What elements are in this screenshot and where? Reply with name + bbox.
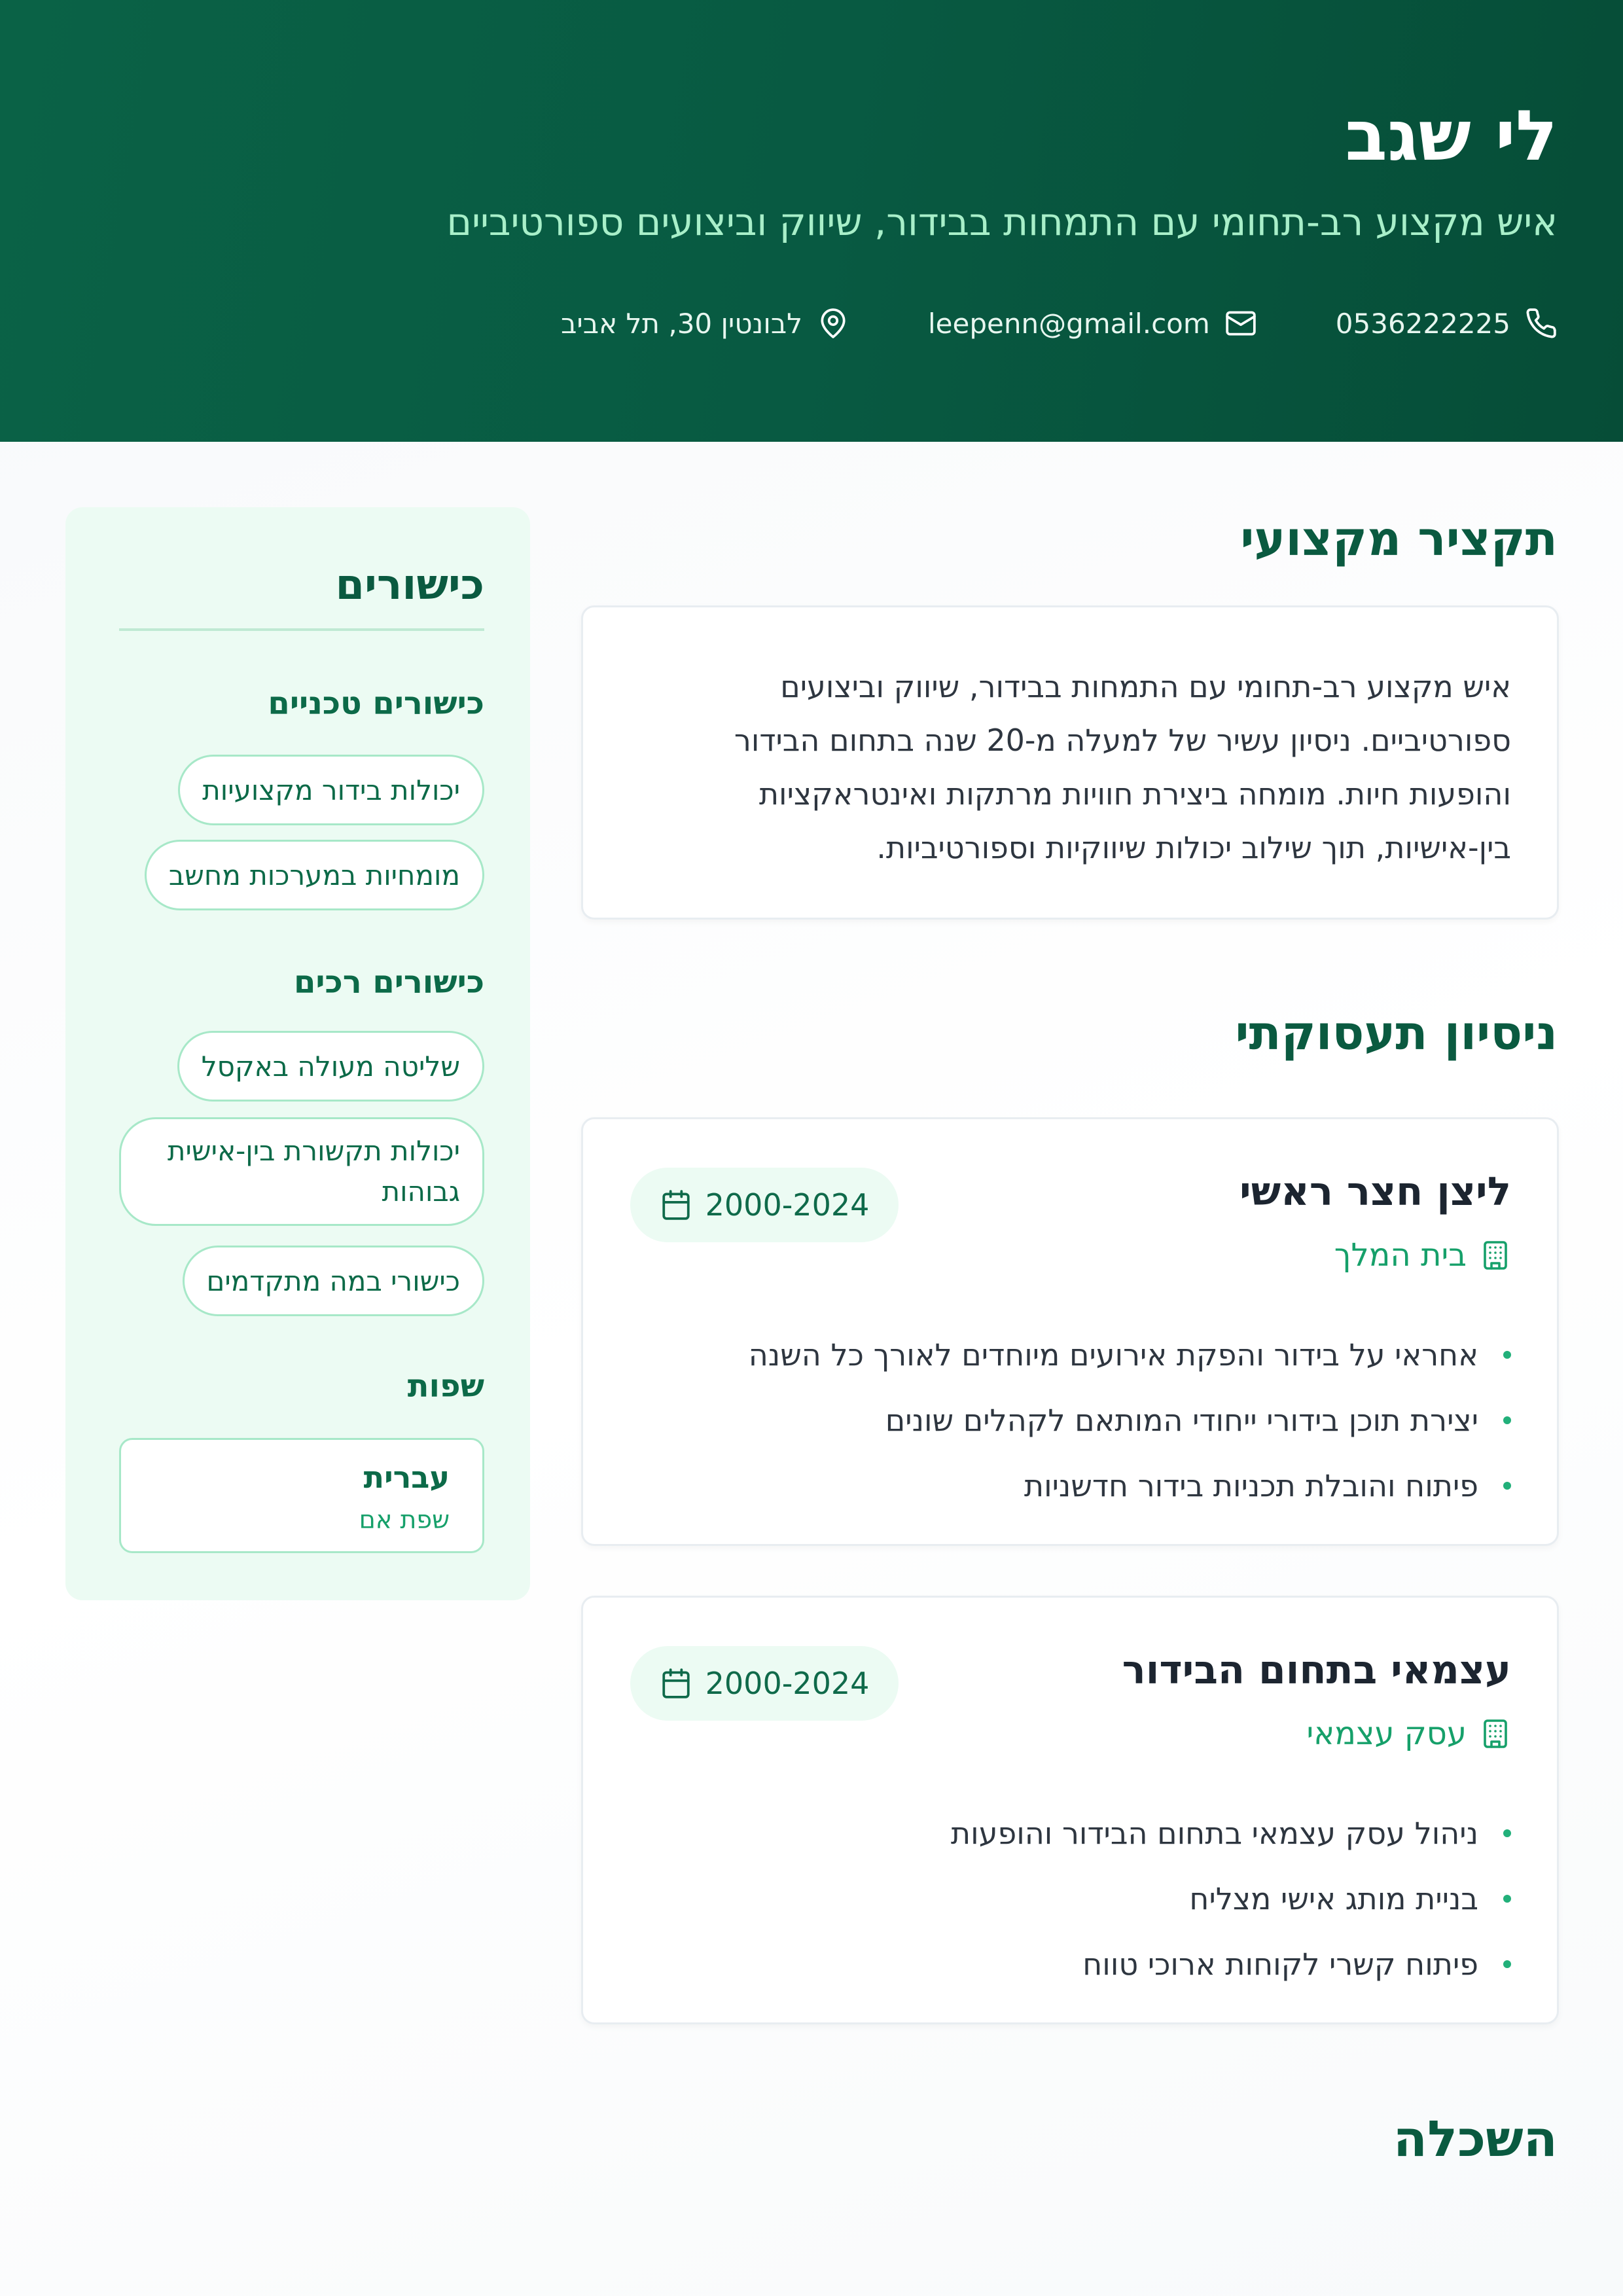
job-card: עצמאי בתחום הבידור עסק עצמאי 2000-2024 נ… [581, 1596, 1559, 2024]
building-icon [1484, 1241, 1507, 1270]
bullet-dot [1503, 1482, 1511, 1490]
bullet-dot [1503, 1829, 1511, 1837]
phone-text: 0536222225 [1335, 307, 1510, 340]
job-company: בית המלך [1334, 1236, 1511, 1275]
language-level: שפת אם [359, 1505, 450, 1534]
calendar-icon [662, 1668, 690, 1698]
mail-icon [1226, 311, 1256, 336]
skill-chip: כישורי במה מתקדמים [182, 1246, 484, 1316]
divider [119, 628, 484, 631]
date-range: 2000-2024 [705, 1666, 870, 1701]
job-title: ליצן חצר ראשי [1240, 1169, 1511, 1215]
summary-title: תקציר מקצועי [1240, 511, 1558, 566]
skill-chip: יכולות תקשורת בין-אישית גבוהות [119, 1117, 484, 1226]
summary-text: איש מקצוע רב-תחומי עם התמחות בבידור, שיו… [634, 660, 1511, 874]
skill-chip: שליטה מעולה באקסל [177, 1031, 484, 1102]
languages-title: שפות [407, 1368, 484, 1405]
bullet-dot [1503, 1895, 1511, 1903]
company-name: עסק עצמאי [1306, 1715, 1467, 1752]
bullet-dot [1503, 1351, 1511, 1359]
list-item: פיתוח קשרי לקוחות ארוכי טווח [634, 1931, 1511, 1997]
job-bullets: אחראי על בידור והפקת אירועים מיוחדים לאו… [634, 1322, 1511, 1518]
skills-sidebar: כישורים כישורים טכניים יכולות בידור מקצו… [65, 507, 530, 1600]
summary-card: איש מקצוע רב-תחומי עם התמחות בבידור, שיו… [581, 605, 1559, 920]
phone-icon [1526, 308, 1556, 338]
date-range: 2000-2024 [705, 1187, 870, 1223]
list-item: ניהול עסק עצמאי בתחום הבידור והופעות [634, 1801, 1511, 1866]
bullet-dot [1503, 1960, 1511, 1968]
list-item: בניית מותג אישי מצליח [634, 1866, 1511, 1931]
candidate-name: לי שגב [1345, 96, 1558, 176]
bullet-dot [1503, 1416, 1511, 1424]
company-name: בית המלך [1334, 1237, 1467, 1274]
summary-line: בין-אישיות, תוך שילוב יכולות שיווקיות וס… [876, 830, 1511, 865]
summary-line: ספורטיביים. ניסיון עשיר של למעלה מ-20 שנ… [734, 723, 1511, 758]
summary-line: והופעות חיות. מומחה ביצירת חוויות מרתקות… [758, 776, 1511, 812]
contact-phone[interactable]: 0536222225 [1336, 307, 1558, 340]
skills-title: כישורים [335, 561, 484, 609]
experience-title: ניסיון תעסוקתי [1235, 1005, 1558, 1060]
email-text: leepenn@gmail.com [927, 307, 1210, 340]
education-title: השכלה [1393, 2109, 1558, 2168]
list-item: אחראי על בידור והפקת אירועים מיוחדים לאו… [634, 1322, 1511, 1388]
contact-row: 0536222225 leepenn@gmail.com לבונטין 30,… [561, 302, 1558, 344]
address-text: לבונטין 30, תל אביב [561, 307, 802, 340]
language-card: עברית שפת אם [119, 1438, 484, 1553]
date-badge: 2000-2024 [630, 1646, 899, 1721]
job-title: עצמאי בתחום הבידור [1122, 1647, 1511, 1693]
language-name: עברית [363, 1460, 450, 1495]
candidate-headline: איש מקצוע רב-תחומי עם התמחות בבידור, שיו… [446, 200, 1558, 244]
skill-chip: יכולות בידור מקצועיות [178, 755, 484, 825]
location-pin-icon [821, 308, 846, 338]
job-bullets: ניהול עסק עצמאי בתחום הבידור והופעות בני… [634, 1801, 1511, 1997]
contact-email[interactable]: leepenn@gmail.com [928, 307, 1257, 340]
contact-address: לבונטין 30, תל אביב [561, 307, 849, 340]
technical-skills-title: כישורים טכניים [268, 685, 484, 722]
header-banner: לי שגב איש מקצוע רב-תחומי עם התמחות בביד… [0, 0, 1623, 442]
summary-line: איש מקצוע רב-תחומי עם התמחות בבידור, שיו… [780, 669, 1511, 704]
job-card: ליצן חצר ראשי בית המלך 2000-2024 אחראי ע… [581, 1117, 1559, 1546]
calendar-icon [662, 1190, 690, 1220]
skill-chip: מומחיות במערכות מחשב [144, 840, 484, 910]
list-item: יצירת תוכן בידורי ייחודי המותאם לקהלים ש… [634, 1388, 1511, 1453]
building-icon [1484, 1719, 1507, 1748]
job-company: עסק עצמאי [1307, 1714, 1511, 1753]
list-item: פיתוח והובלת תכניות בידור חדשניות [634, 1453, 1511, 1518]
soft-skills-title: כישורים רכים [294, 964, 484, 1001]
date-badge: 2000-2024 [630, 1168, 899, 1242]
